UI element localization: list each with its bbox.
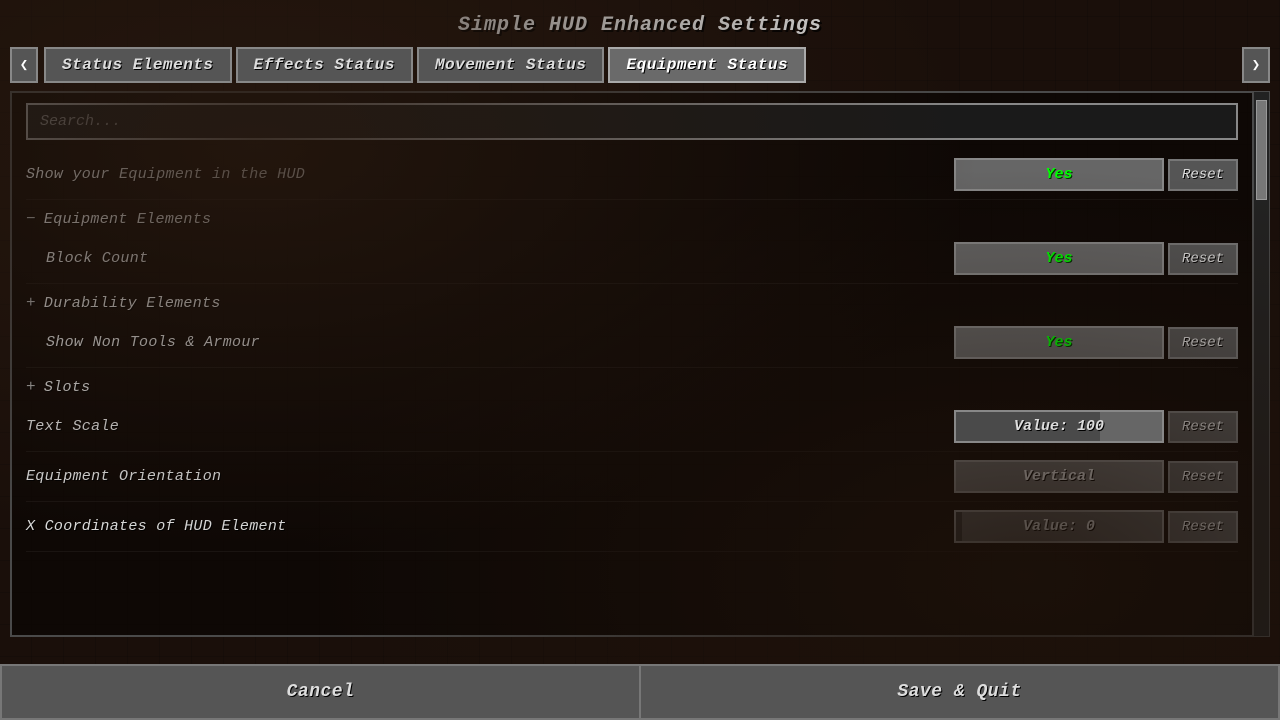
section-toggle-icon-5: + [26,378,36,396]
reset-btn-2[interactable]: Reset [1168,243,1238,275]
tabs-container: ❮ Status ElementsEffects StatusMovement … [0,47,1280,83]
setting-controls-0: YesReset [954,158,1238,191]
section-toggle-icon-3: + [26,294,36,312]
section-header-1[interactable]: −Equipment Elements [26,200,1238,234]
section-header-3[interactable]: + Durability Elements [26,284,1238,318]
search-bar [12,93,1252,150]
tab-status-elements[interactable]: Status Elements [44,47,232,83]
section-toggle-icon-1: − [26,210,36,228]
setting-row-7: Equipment OrientationVerticalReset [26,452,1238,502]
setting-value-btn-0[interactable]: Yes [954,158,1164,191]
setting-controls-6: Value: 100Reset [954,410,1238,443]
reset-btn-6[interactable]: Reset [1168,411,1238,443]
main-content: Show your Equipment in the HUDYesReset−E… [10,91,1254,637]
tabs-list: Status ElementsEffects StatusMovement St… [38,47,1242,83]
setting-label-0: Show your Equipment in the HUD [26,166,954,183]
setting-label-4: Show Non Tools & Armour [46,334,954,351]
setting-value-btn-4[interactable]: Yes [954,326,1164,359]
page-title: Simple HUD Enhanced Settings [0,0,1280,47]
section-header-5[interactable]: + Slots [26,368,1238,402]
tab-prev-arrow[interactable]: ❮ [10,47,38,83]
save-quit-button[interactable]: Save & Quit [640,664,1280,720]
reset-btn-4[interactable]: Reset [1168,327,1238,359]
setting-label-6: Text Scale [26,418,954,435]
scrollbar[interactable] [1254,91,1270,637]
tab-movement-status[interactable]: Movement Status [417,47,605,83]
footer: Cancel Save & Quit [0,664,1280,720]
reset-btn-0[interactable]: Reset [1168,159,1238,191]
setting-row-2: Block CountYesReset [26,234,1238,284]
scrollbar-handle[interactable] [1256,100,1267,200]
setting-value-btn-2[interactable]: Yes [954,242,1164,275]
setting-label-8: X Coordinates of HUD Element [26,518,954,535]
setting-value-btn-8[interactable]: Value: 0 [954,510,1164,543]
setting-controls-4: YesReset [954,326,1238,359]
tab-next-arrow[interactable]: ❯ [1242,47,1270,83]
setting-value-btn-7[interactable]: Vertical [954,460,1164,493]
setting-controls-2: YesReset [954,242,1238,275]
setting-controls-8: Value: 0Reset [954,510,1238,543]
search-input[interactable] [26,103,1238,140]
setting-value-btn-6[interactable]: Value: 100 [954,410,1164,443]
setting-row-6: Text ScaleValue: 100Reset [26,402,1238,452]
setting-row-0: Show your Equipment in the HUDYesReset [26,150,1238,200]
setting-label-2: Block Count [46,250,954,267]
setting-controls-7: VerticalReset [954,460,1238,493]
settings-list: Show your Equipment in the HUDYesReset−E… [12,150,1252,552]
setting-row-8: X Coordinates of HUD ElementValue: 0Rese… [26,502,1238,552]
cancel-button[interactable]: Cancel [0,664,640,720]
section-label-1: Equipment Elements [44,211,211,228]
reset-btn-7[interactable]: Reset [1168,461,1238,493]
tab-equipment-status[interactable]: Equipment Status [608,47,806,83]
section-label-5: Slots [44,379,91,396]
content-wrapper: Show your Equipment in the HUDYesReset−E… [10,91,1270,637]
section-label-3: Durability Elements [44,295,221,312]
setting-row-4: Show Non Tools & ArmourYesReset [26,318,1238,368]
setting-label-7: Equipment Orientation [26,468,954,485]
tab-effects-status[interactable]: Effects Status [236,47,413,83]
scrollbar-track [1254,92,1269,636]
reset-btn-8[interactable]: Reset [1168,511,1238,543]
